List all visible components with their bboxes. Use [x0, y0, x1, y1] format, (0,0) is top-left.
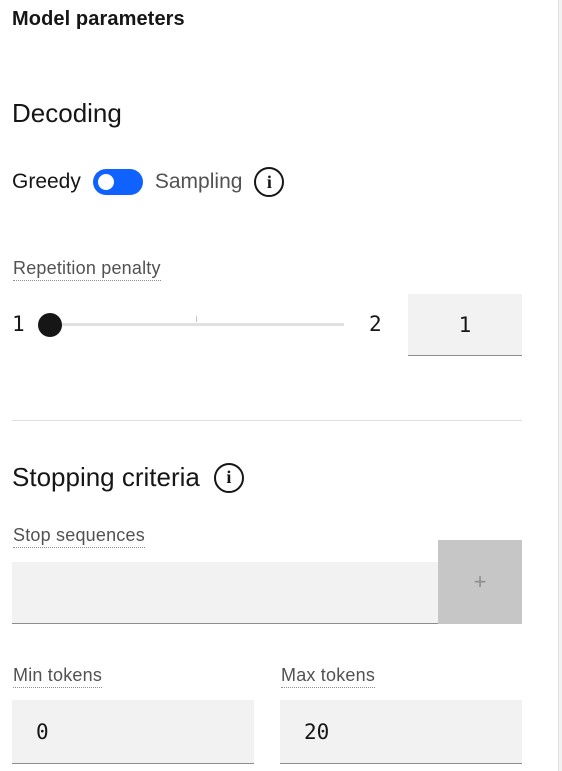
repetition-penalty-input[interactable]: 1 — [408, 294, 522, 356]
panel-title: Model parameters — [12, 8, 185, 30]
stopping-criteria-heading: Stopping criteria i — [12, 462, 244, 493]
min-tokens-input[interactable]: 0 — [12, 700, 254, 764]
slider-min-label: 1 — [12, 312, 25, 336]
decoding-toggle[interactable] — [92, 169, 143, 195]
max-tokens-input[interactable]: 20 — [280, 700, 522, 764]
max-tokens-label: Max tokens — [281, 665, 376, 688]
repetition-penalty-slider-thumb[interactable] — [38, 313, 62, 337]
stopping-criteria-title: Stopping criteria — [12, 462, 200, 492]
slider-max-label: 2 — [369, 312, 382, 336]
info-icon[interactable]: i — [254, 167, 285, 197]
add-stop-sequence-button[interactable]: + — [438, 540, 522, 624]
min-tokens-label: Min tokens — [13, 665, 103, 688]
decoding-title: Decoding — [12, 98, 122, 128]
slider-midpoint-tick — [196, 316, 197, 322]
toggle-knob — [97, 174, 114, 190]
plus-icon: + — [473, 569, 487, 594]
repetition-penalty-slider-track[interactable] — [50, 323, 344, 326]
repetition-penalty-label: Repetition penalty — [13, 258, 161, 281]
stop-sequences-label: Stop sequences — [13, 525, 145, 548]
section-divider — [12, 420, 522, 421]
info-icon[interactable]: i — [213, 462, 244, 493]
stop-sequences-input[interactable] — [12, 562, 438, 624]
greedy-label: Greedy — [12, 170, 81, 193]
sampling-label: Sampling — [154, 170, 243, 193]
scrollbar-track[interactable] — [558, 0, 562, 771]
decoding-mode-row: Greedy Sampling i — [12, 166, 285, 198]
